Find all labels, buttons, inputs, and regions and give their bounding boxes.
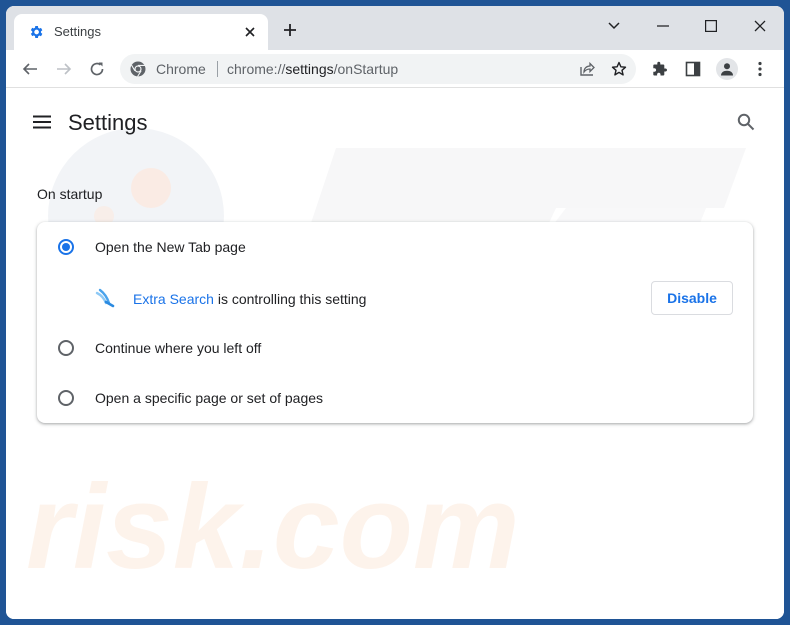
chrome-logo-icon [130, 61, 146, 77]
title-bar: Settings [6, 6, 784, 50]
more-menu-icon[interactable] [746, 55, 774, 83]
avatar [716, 58, 738, 80]
maximize-icon[interactable] [691, 12, 731, 40]
share-icon[interactable] [576, 58, 598, 80]
option-continue-where-left-off[interactable]: Continue where you left off [37, 323, 753, 373]
reload-icon[interactable] [83, 55, 111, 83]
tab-settings[interactable]: Settings [14, 14, 268, 50]
back-arrow-icon[interactable] [16, 55, 44, 83]
side-panel-icon[interactable] [679, 55, 707, 83]
bookmark-star-icon[interactable] [608, 58, 630, 80]
svg-text:risk.com: risk.com [26, 460, 520, 594]
window-close-icon[interactable] [740, 12, 780, 40]
search-icon[interactable] [734, 110, 758, 134]
extra-search-extension-icon [95, 287, 117, 309]
radio-specific-pages[interactable] [58, 390, 74, 406]
address-bar[interactable]: Chrome chrome://settings/onStartup [120, 54, 636, 84]
extension-name-link[interactable]: Extra Search [133, 291, 214, 307]
settings-page: risk.com Settings On startup Open the Ne… [6, 88, 784, 619]
profile-icon[interactable] [713, 55, 741, 83]
site-label: Chrome [156, 61, 206, 77]
new-tab-icon[interactable] [280, 20, 300, 40]
option-open-specific-pages[interactable]: Open a specific page or set of pages [37, 373, 753, 423]
radio-continue[interactable] [58, 340, 74, 356]
browser-window: Settings Chrome chrome://settings/onStar… [6, 6, 784, 619]
radio-open-new-tab[interactable] [58, 239, 74, 255]
startup-options-card: Open the New Tab page Extra Search is co… [37, 222, 753, 423]
hamburger-menu-icon[interactable] [30, 110, 54, 134]
disable-extension-button[interactable]: Disable [651, 281, 733, 315]
minimize-icon[interactable] [643, 12, 683, 40]
option-label: Open a specific page or set of pages [95, 390, 324, 406]
page-title: Settings [68, 110, 148, 135]
extension-control-row: Extra Search is controlling this setting… [37, 273, 753, 323]
omnibox-divider [217, 61, 218, 77]
option-open-new-tab[interactable]: Open the New Tab page [37, 222, 753, 272]
tab-close-icon[interactable] [240, 22, 260, 42]
section-title-on-startup: On startup [37, 186, 103, 202]
tab-title: Settings [54, 24, 101, 39]
gear-icon [28, 24, 44, 40]
option-label: Continue where you left off [95, 340, 262, 356]
url-text[interactable]: chrome://settings/onStartup [227, 61, 398, 77]
toolbar: Chrome chrome://settings/onStartup [6, 50, 784, 88]
controlled-by-message: Extra Search is controlling this setting [133, 291, 367, 307]
tab-search-chevron-icon[interactable] [594, 12, 634, 40]
extensions-icon[interactable] [646, 55, 674, 83]
forward-arrow-icon[interactable] [50, 55, 78, 83]
option-label: Open the New Tab page [95, 239, 246, 255]
